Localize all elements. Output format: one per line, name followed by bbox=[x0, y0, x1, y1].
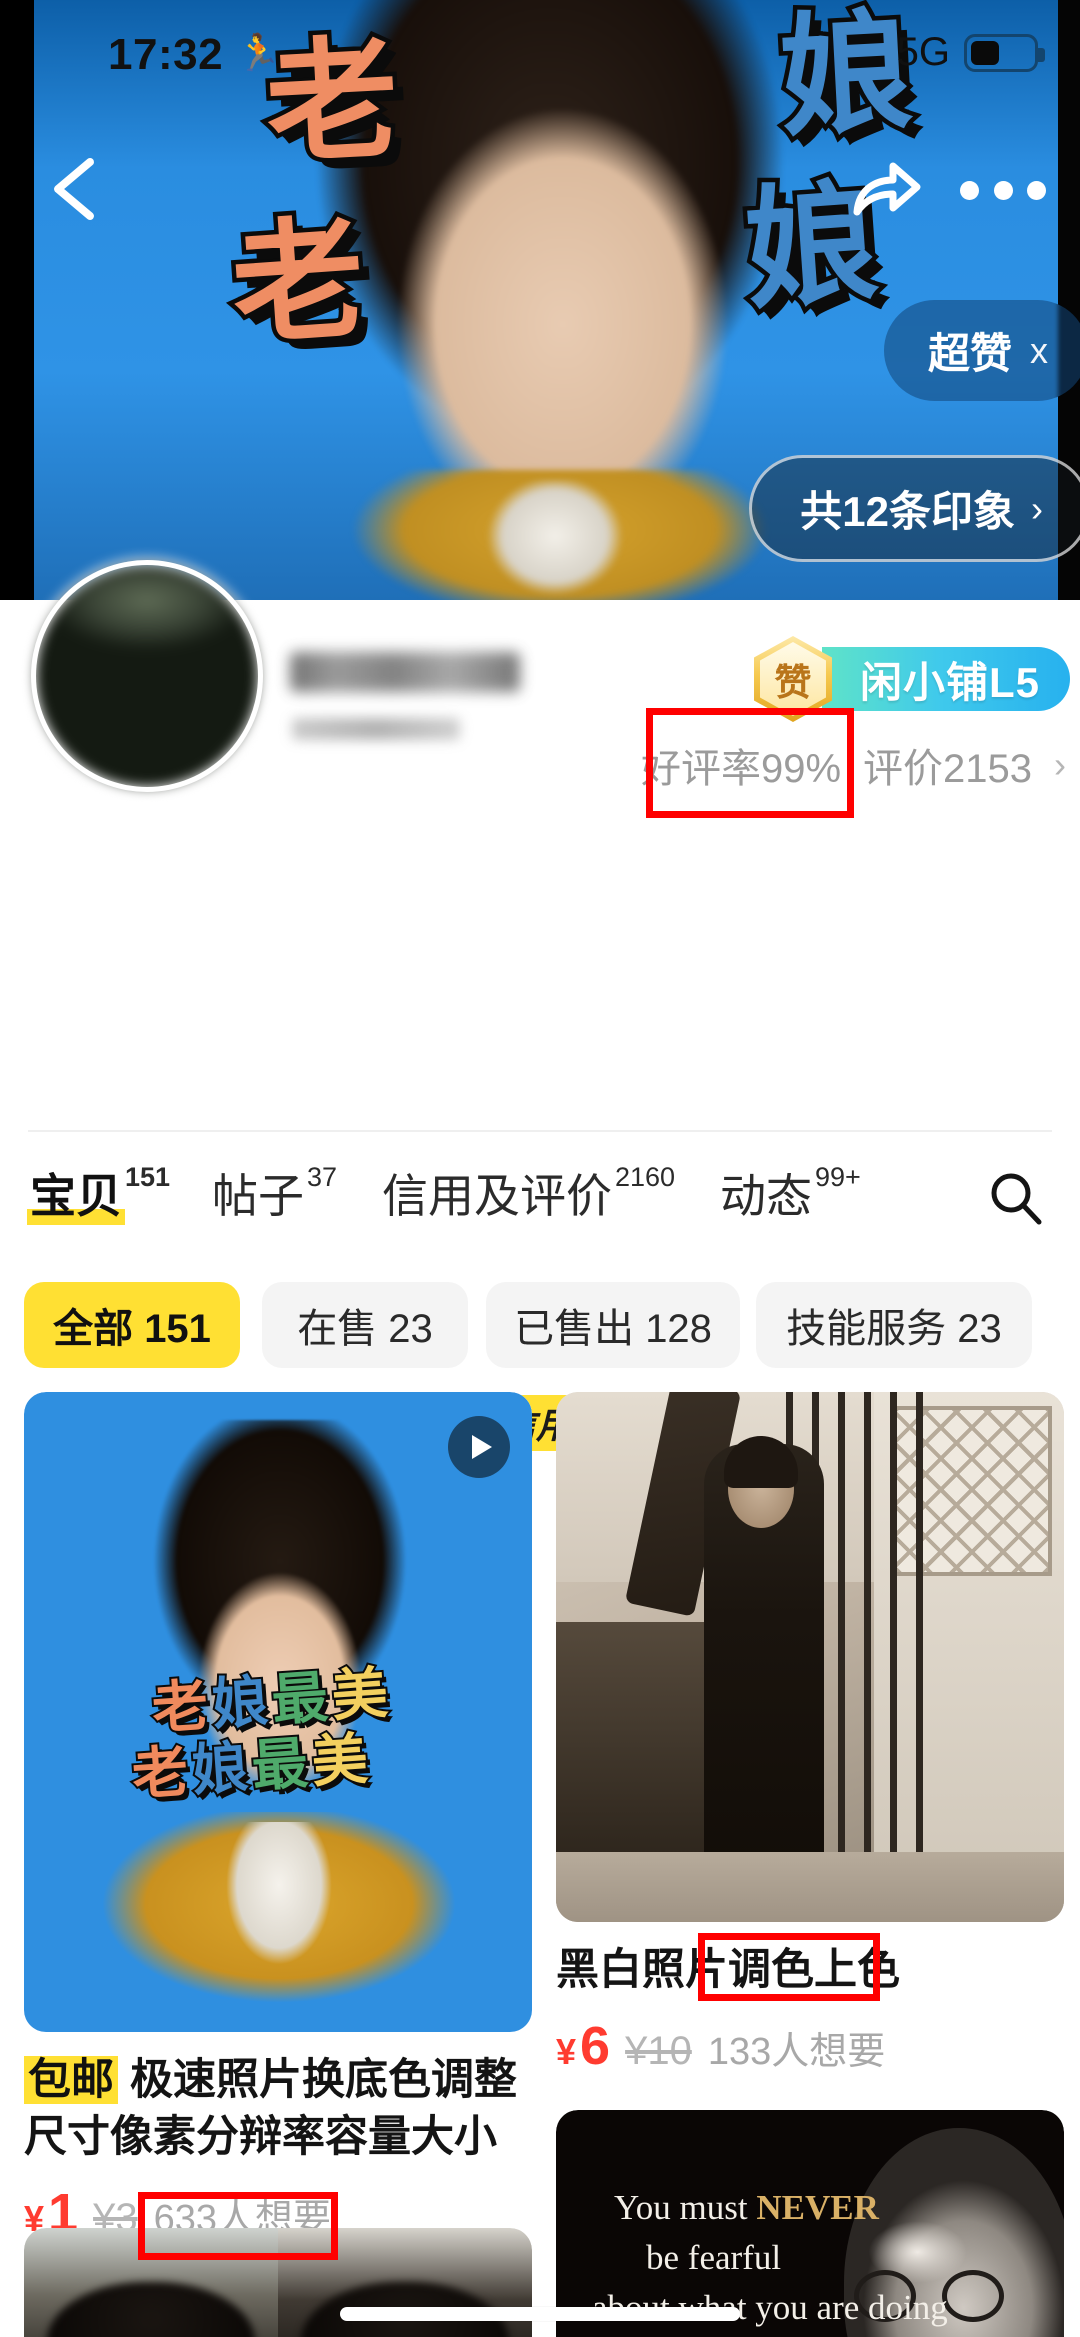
chaozan-label: 超赞 bbox=[927, 330, 1012, 377]
tab-dongtai[interactable]: 动态 99+ bbox=[720, 1160, 861, 1226]
chevron-right-icon: › bbox=[1031, 487, 1043, 529]
old-photo-bench bbox=[556, 1622, 716, 1862]
chaozan-chip[interactable]: 超赞 x bbox=[883, 300, 1080, 401]
status-bar: 17:32 🏃 5G bbox=[0, 0, 1080, 96]
product-sticker-char: 老 bbox=[148, 1671, 212, 1744]
product-sticker-char: 最 bbox=[248, 1729, 312, 1802]
top-navigation bbox=[0, 140, 1080, 250]
chevron-right-icon: › bbox=[1054, 744, 1066, 785]
product-price-row: ¥ 6 ¥10 133人想要 bbox=[556, 2015, 1064, 2077]
share-icon[interactable] bbox=[845, 150, 925, 230]
price-original: ¥10 bbox=[625, 2028, 692, 2073]
product-sticker-char: 美 bbox=[308, 1725, 372, 1798]
tab-label: 宝贝 bbox=[27, 1160, 125, 1226]
tab-count: 2160 bbox=[615, 1162, 676, 1192]
praise-hex-label: 赞 bbox=[774, 662, 812, 703]
back-chevron-icon[interactable] bbox=[38, 144, 118, 234]
praise-rate-text: 好评率99% bbox=[640, 747, 842, 791]
product-title: 黑白照片调色上色 bbox=[556, 1946, 900, 1994]
tab-tiezi[interactable]: 帖子 37 bbox=[212, 1160, 337, 1226]
tab-count: 37 bbox=[307, 1162, 338, 1192]
product-image[interactable]: 老 娘 最 美 老 娘 最 美 bbox=[24, 1392, 532, 2032]
filter-chip-on-sale[interactable]: 在售 23 bbox=[262, 1282, 468, 1368]
battery-icon bbox=[964, 33, 1045, 72]
profile-tabs: 宝贝 151 帖子 37 信用及评价 2160 动态 99+ bbox=[0, 1146, 1080, 1256]
tab-label: 动态 bbox=[720, 1170, 812, 1222]
product-sticker-char: 娘 bbox=[208, 1667, 272, 1740]
tab-credit-reviews[interactable]: 信用及评价 2160 bbox=[382, 1160, 675, 1226]
evaluation-count-text: 评价2153 bbox=[863, 747, 1032, 791]
quote-line-2: be fearful bbox=[646, 2238, 782, 2277]
tab-count: 99+ bbox=[815, 1162, 861, 1192]
rating-row[interactable]: 好评率99% 评价2153 › bbox=[641, 736, 1066, 794]
filter-chip-sold[interactable]: 已售出 128 bbox=[486, 1282, 740, 1368]
want-count: 133人想要 bbox=[707, 2030, 886, 2073]
product-sticker-char: 美 bbox=[328, 1659, 392, 1732]
tab-label: 信用及评价 bbox=[382, 1170, 612, 1222]
tab-count: 151 bbox=[125, 1162, 171, 1192]
play-icon[interactable] bbox=[448, 1416, 510, 1478]
avatar-ring bbox=[36, 565, 258, 787]
level-badge-group[interactable]: 赞 闲小铺L5 bbox=[753, 636, 1070, 722]
product-title: 包邮 极速照片换底色调整尺寸像素分辩率容量大小 bbox=[24, 2052, 532, 2166]
filter-chip-row: 全部 151 在售 23 已售出 128 技能服务 23 bbox=[0, 1282, 1080, 1378]
tab-baobei[interactable]: 宝贝 151 bbox=[27, 1160, 171, 1226]
status-right-cluster: 5G bbox=[896, 30, 1045, 75]
user-subtitle-masked bbox=[292, 718, 460, 740]
product-image-left-half bbox=[24, 2228, 278, 2337]
product-image[interactable]: You must NEVER be fearful about what you… bbox=[556, 2110, 1064, 2337]
product-sticker-char: 最 bbox=[268, 1663, 332, 1736]
shop-level-pill: 闲小铺L5 bbox=[821, 647, 1070, 711]
impressions-chip[interactable]: 共12条印象 › bbox=[749, 455, 1080, 562]
status-time: 17:32 bbox=[108, 30, 224, 79]
price-value: 6 bbox=[580, 2015, 610, 2076]
tab-label: 帖子 bbox=[212, 1170, 304, 1222]
product-image[interactable] bbox=[556, 1392, 1064, 1922]
search-icon[interactable] bbox=[986, 1168, 1046, 1228]
hero-subject-collar bbox=[470, 480, 640, 600]
product-card-bw-colorize[interactable]: 黑白照片调色上色 ¥ 6 ¥10 133人想要 bbox=[556, 1392, 1064, 2077]
product-card-quote[interactable]: You must NEVER be fearful about what you… bbox=[556, 2110, 1064, 2337]
close-icon[interactable]: x bbox=[1030, 330, 1048, 372]
app-screen: 老 娘 最 美 老 娘 最 美 超赞 x 共12条印象 › 17:32 🏃 5G bbox=[0, 0, 1080, 2337]
product-sticker-line-2: 老 娘 最 美 bbox=[128, 1725, 372, 1810]
section-divider bbox=[28, 1130, 1052, 1132]
product-sticker-char: 老 bbox=[128, 1737, 192, 1810]
quote-line-1: You must NEVER bbox=[614, 2188, 879, 2227]
more-dots-icon[interactable] bbox=[960, 178, 1046, 202]
home-indicator[interactable] bbox=[340, 2307, 740, 2321]
filter-chip-all[interactable]: 全部 151 bbox=[24, 1282, 240, 1368]
product-subject-scarf bbox=[214, 1822, 344, 2002]
product-sticker-char: 娘 bbox=[188, 1733, 252, 1806]
praise-hex-icon: 赞 bbox=[753, 636, 832, 722]
runner-icon: 🏃 bbox=[236, 32, 281, 73]
network-label: 5G bbox=[896, 30, 950, 74]
username-masked bbox=[290, 652, 520, 692]
filter-chip-skill-service[interactable]: 技能服务 23 bbox=[756, 1282, 1032, 1368]
product-card-photo-bgcolor[interactable]: 老 娘 最 美 老 娘 最 美 包邮 极速照片换底色调整尺寸像素分辩率容量大小 … bbox=[24, 1392, 532, 2244]
impressions-label: 共12条印象 bbox=[800, 488, 1015, 535]
price-currency: ¥ bbox=[556, 2030, 577, 2072]
old-photo-ground bbox=[556, 1852, 1064, 1922]
free-shipping-badge: 包邮 bbox=[24, 2056, 118, 2104]
